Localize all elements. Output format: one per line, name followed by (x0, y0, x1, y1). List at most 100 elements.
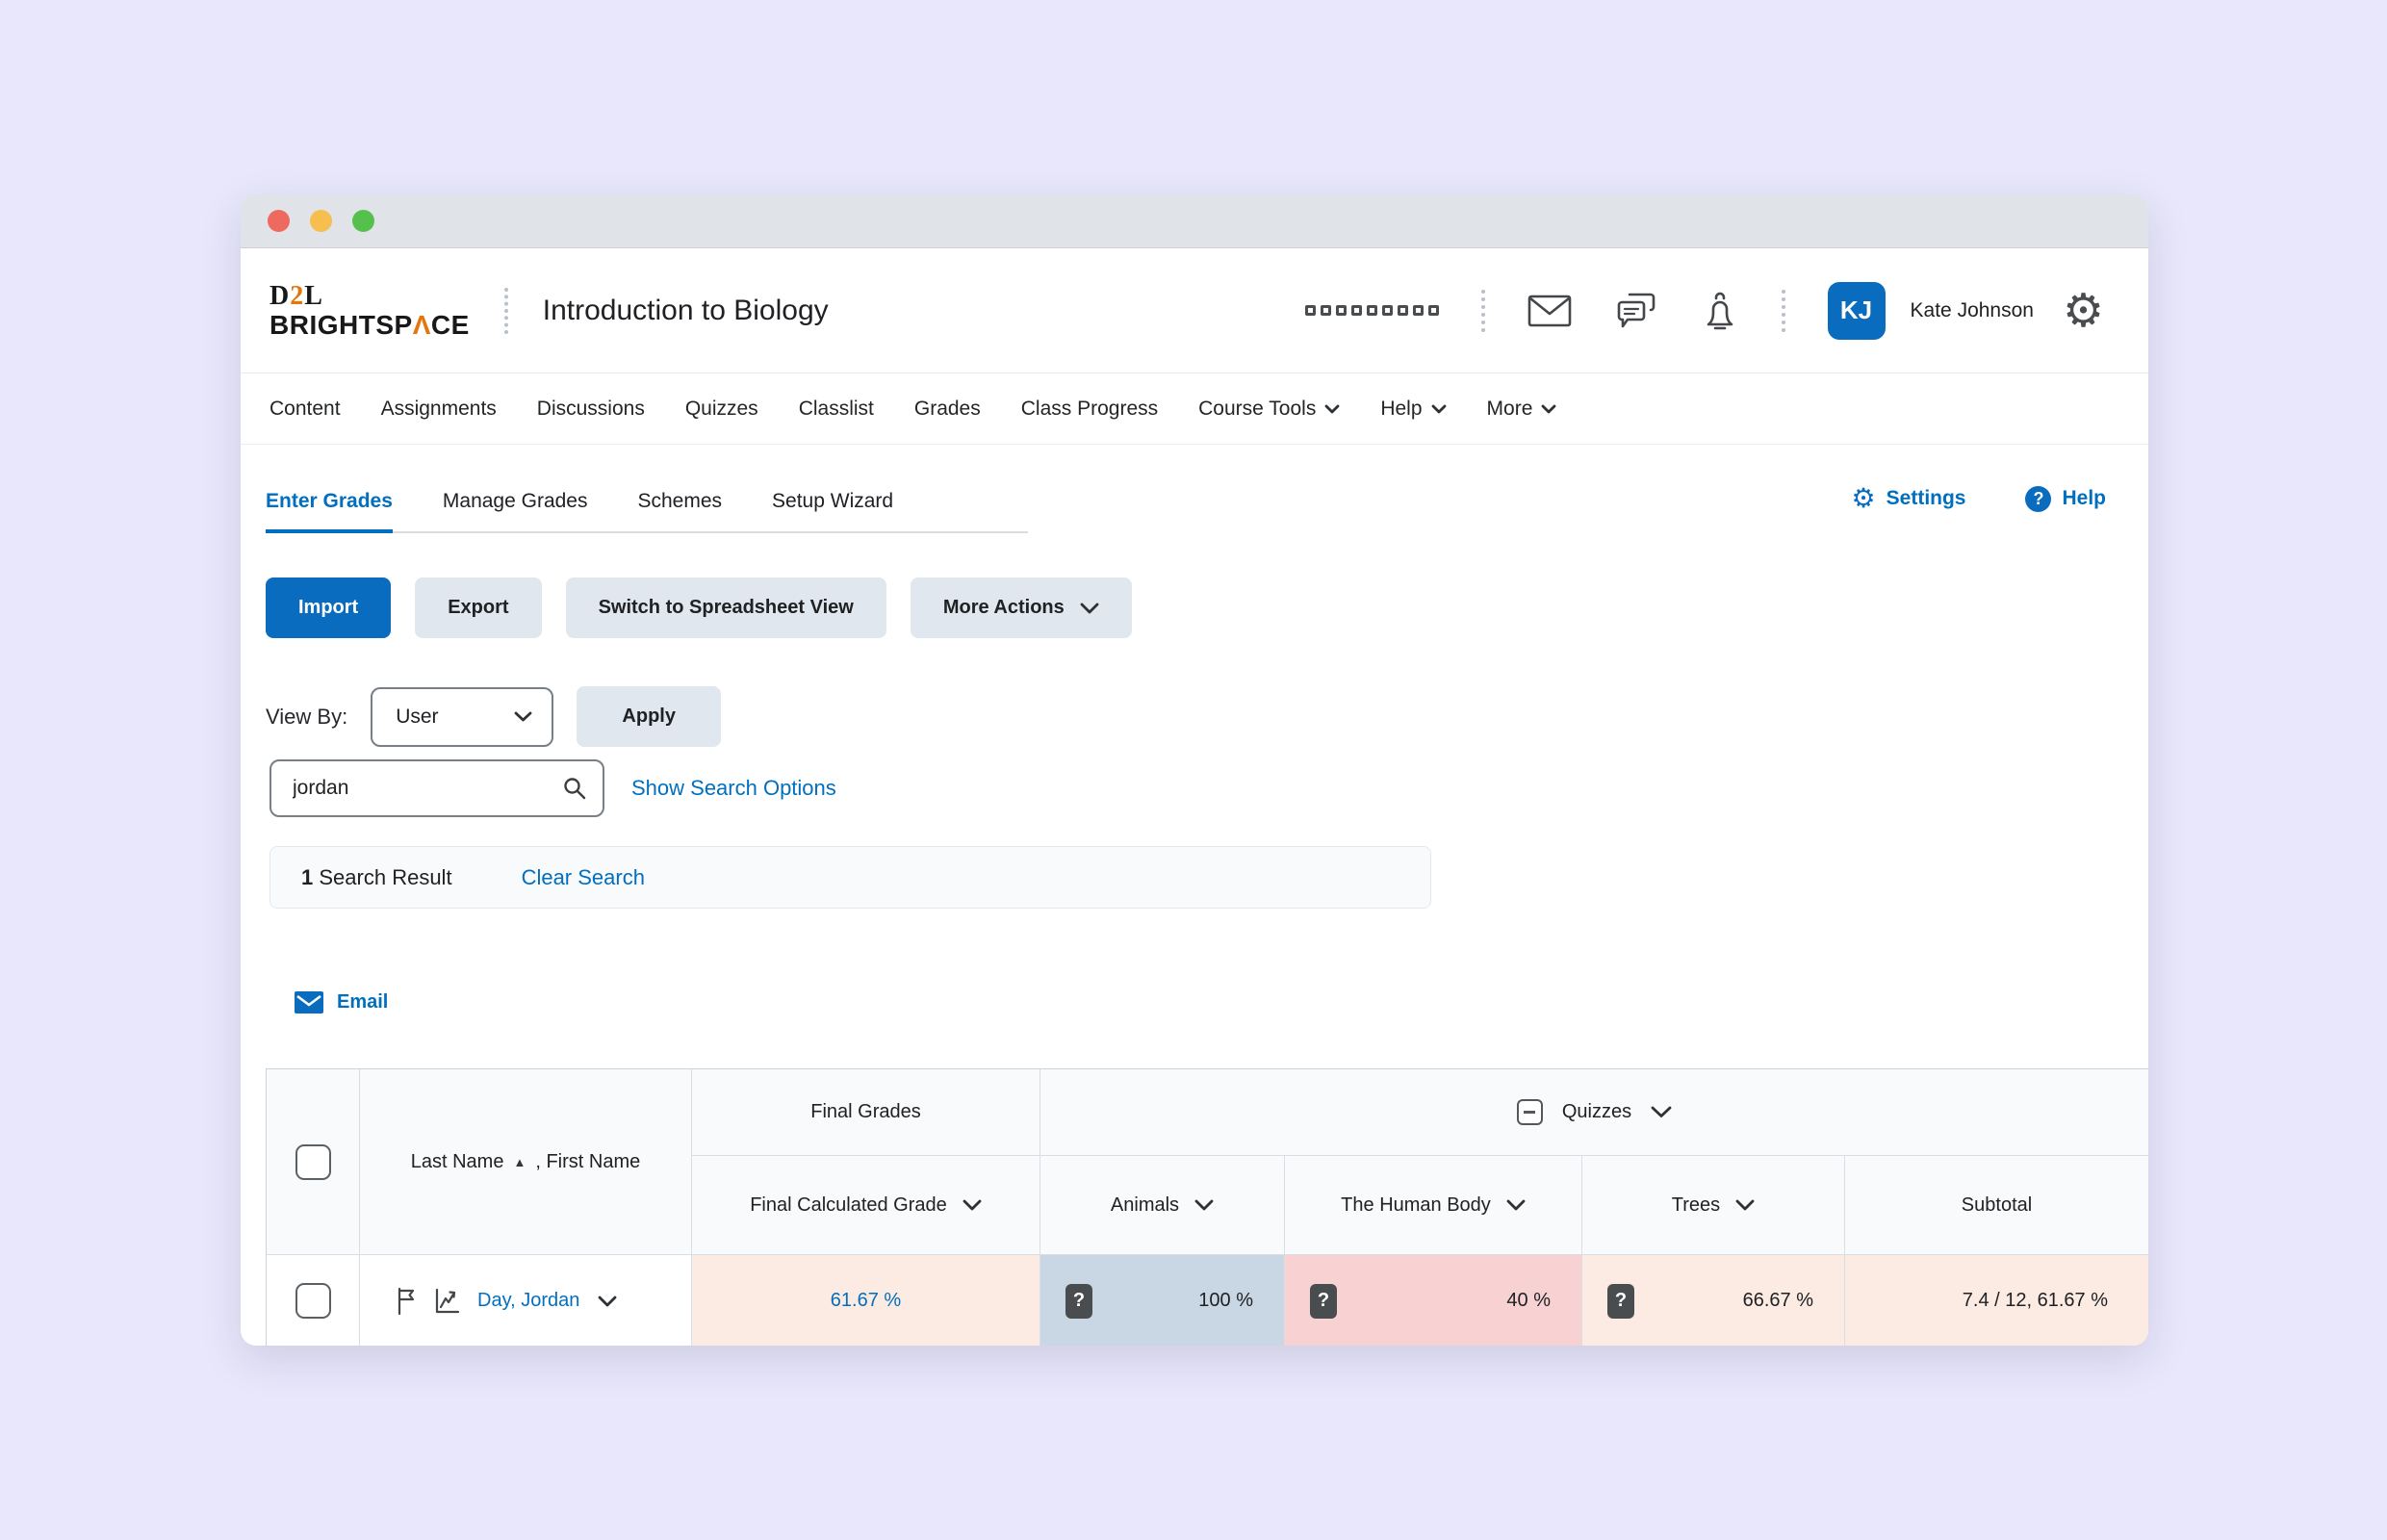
collapse-quizzes-icon[interactable] (1516, 1099, 1543, 1125)
nav-item-help[interactable]: Help (1380, 398, 1446, 421)
nav-item-class-progress[interactable]: Class Progress (1021, 398, 1158, 421)
masthead: D2L BRIGHTSPΛCE Introduction to Biology (241, 248, 2148, 373)
view-by-label: View By: (266, 704, 348, 729)
trees-grade-value: 66.67 % (1742, 1290, 1813, 1311)
column-header-trees[interactable]: Trees (1582, 1156, 1845, 1255)
course-title: Introduction to Biology (542, 294, 829, 326)
course-navbar: Content Assignments Discussions Quizzes … (241, 373, 2148, 445)
trees-grade-cell: ? 66.67 % (1582, 1255, 1845, 1346)
logo-brightspace-text: BRIGHTSPΛCE (270, 309, 470, 340)
user-name[interactable]: Kate Johnson (1911, 299, 2034, 322)
student-name-cell: Day, Jordan (360, 1255, 692, 1346)
chevron-down-icon (962, 1199, 982, 1211)
nav-item-grades[interactable]: Grades (914, 398, 981, 421)
flag-icon[interactable] (395, 1287, 420, 1316)
search-icon[interactable] (562, 776, 587, 801)
tab-enter-grades[interactable]: Enter Grades (266, 490, 393, 533)
select-all-cell (267, 1069, 360, 1255)
dotted-divider (1480, 289, 1485, 332)
minimize-window-button[interactable] (310, 210, 332, 232)
nav-item-assignments[interactable]: Assignments (381, 398, 497, 421)
human-body-grade-cell: ? 40 % (1285, 1255, 1582, 1346)
clear-search-link[interactable]: Clear Search (522, 865, 645, 890)
help-link[interactable]: ? Help (2025, 485, 2106, 512)
row-checkbox[interactable] (295, 1283, 331, 1319)
select-all-checkbox[interactable] (295, 1143, 331, 1180)
settings-link[interactable]: ⚙ Settings (1852, 485, 1966, 512)
class-progress-icon[interactable] (432, 1287, 461, 1316)
human-body-grade-value: 40 % (1506, 1290, 1551, 1311)
chevron-down-icon (1541, 404, 1556, 413)
help-question-icon: ? (2025, 485, 2052, 512)
avatar[interactable]: KJ (1827, 281, 1886, 340)
email-action[interactable]: Email (295, 991, 2148, 1014)
ungraded-status-icon[interactable]: ? (1607, 1283, 1634, 1319)
grades-tabbar: Enter Grades Manage Grades Schemes Setup… (241, 445, 2148, 533)
settings-gear-icon: ⚙ (1851, 482, 1876, 514)
nav-item-classlist[interactable]: Classlist (799, 398, 874, 421)
app-switcher-icon[interactable] (1304, 305, 1439, 316)
chat-icon[interactable] (1614, 291, 1658, 331)
search-result-count: 1 Search Result (301, 864, 452, 889)
sort-ascending-icon[interactable]: ▲ (513, 1155, 526, 1169)
search-row: Show Search Options (270, 759, 2148, 817)
search-input[interactable] (277, 777, 527, 800)
final-grade-value[interactable]: 61.67 % (831, 1290, 901, 1312)
nav-item-quizzes[interactable]: Quizzes (685, 398, 758, 421)
export-button[interactable]: Export (415, 578, 542, 638)
nav-item-more[interactable]: More (1487, 398, 1557, 421)
view-by-row: View By: User Apply (266, 686, 2148, 747)
grades-table: Last Name ▲ , First Name Final Grades Qu… (266, 1068, 2148, 1346)
final-grade-cell: 61.67 % (692, 1255, 1040, 1346)
chevron-down-icon[interactable] (1651, 1106, 1672, 1118)
column-header-subtotal: Subtotal (1845, 1156, 2148, 1255)
ungraded-status-icon[interactable]: ? (1065, 1283, 1092, 1319)
tab-setup-wizard[interactable]: Setup Wizard (772, 490, 893, 533)
chevron-down-icon (1506, 1199, 1526, 1211)
nav-item-content[interactable]: Content (270, 398, 341, 421)
apply-button[interactable]: Apply (577, 686, 722, 747)
import-button[interactable]: Import (266, 578, 392, 638)
close-window-button[interactable] (268, 210, 290, 232)
mail-icon[interactable] (1527, 295, 1572, 327)
row-select-cell (267, 1255, 360, 1346)
chevron-down-icon[interactable] (598, 1296, 617, 1307)
more-actions-button[interactable]: More Actions (910, 578, 1132, 638)
view-by-select[interactable]: User (371, 686, 554, 747)
animals-grade-cell: ? 100 % (1040, 1255, 1285, 1346)
search-result-panel: 1 Search Result Clear Search (270, 846, 1431, 909)
animals-grade-value: 100 % (1198, 1290, 1253, 1311)
name-column-header[interactable]: Last Name ▲ , First Name (360, 1069, 692, 1255)
dotted-divider (503, 287, 508, 334)
column-header-human-body[interactable]: The Human Body (1285, 1156, 1582, 1255)
grades-toolbar: Import Export Switch to Spreadsheet View… (266, 578, 2148, 638)
nav-item-course-tools[interactable]: Course Tools (1198, 398, 1340, 421)
chevron-down-icon (514, 711, 532, 722)
chevron-down-icon (1735, 1199, 1755, 1211)
brightspace-logo[interactable]: D2L BRIGHTSPΛCE (270, 282, 470, 339)
dotted-divider (1781, 289, 1785, 332)
quizzes-group-header: Quizzes (1040, 1069, 2148, 1156)
zoom-window-button[interactable] (352, 210, 374, 232)
gear-icon[interactable]: ⚙ (2063, 288, 2104, 334)
show-search-options-link[interactable]: Show Search Options (631, 776, 836, 801)
chevron-down-icon (1431, 404, 1446, 413)
column-header-animals[interactable]: Animals (1040, 1156, 1285, 1255)
ungraded-status-icon[interactable]: ? (1310, 1283, 1337, 1319)
window-titlebar (241, 194, 2148, 248)
chevron-down-icon (1194, 1199, 1214, 1211)
tab-manage-grades[interactable]: Manage Grades (443, 490, 588, 533)
tablist: Enter Grades Manage Grades Schemes Setup… (266, 490, 1028, 533)
email-envelope-icon (295, 991, 323, 1014)
nav-item-discussions[interactable]: Discussions (537, 398, 645, 421)
student-name-link[interactable]: Day, Jordan (477, 1290, 579, 1312)
chevron-down-icon (1324, 404, 1340, 413)
subtotal-cell: 7.4 / 12, 61.67 % (1845, 1255, 2148, 1346)
logo-d2l-text: D2L (270, 281, 323, 312)
browser-window: D2L BRIGHTSPΛCE Introduction to Biology (241, 194, 2148, 1346)
search-box (270, 759, 604, 817)
column-header-final-calculated-grade[interactable]: Final Calculated Grade (692, 1156, 1040, 1255)
notifications-bell-icon[interactable] (1701, 290, 1739, 332)
tab-schemes[interactable]: Schemes (637, 490, 722, 533)
switch-spreadsheet-view-button[interactable]: Switch to Spreadsheet View (565, 578, 886, 638)
